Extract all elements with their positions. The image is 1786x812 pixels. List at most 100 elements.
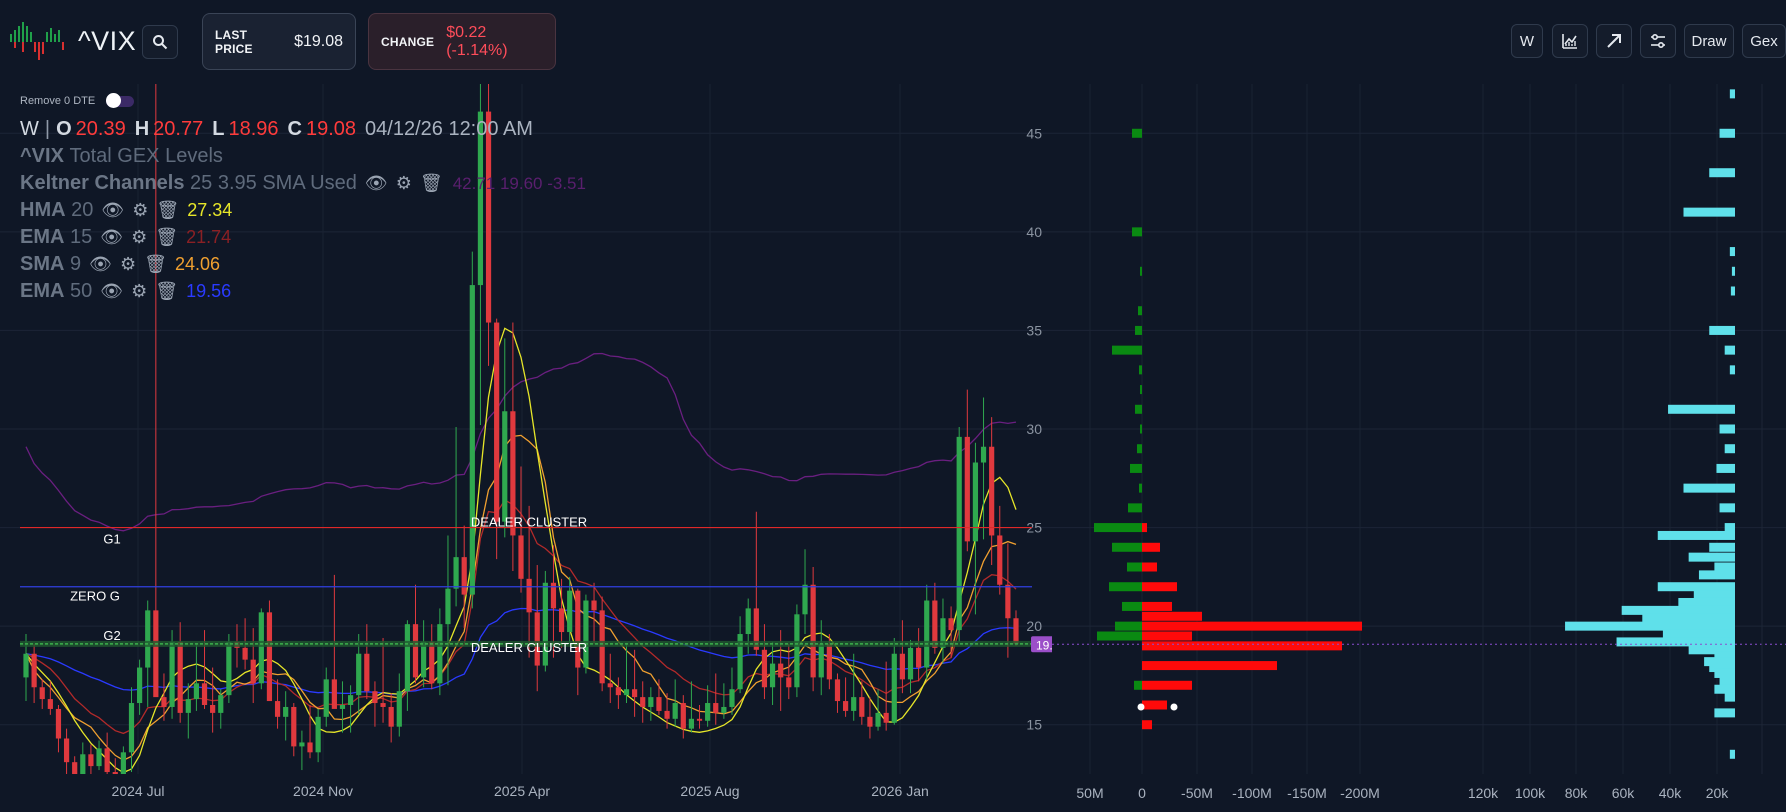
candle bbox=[412, 584, 419, 684]
volume-bar bbox=[1709, 325, 1735, 335]
volume-bar bbox=[1565, 621, 1735, 631]
candle-body bbox=[39, 687, 45, 700]
x-tick-label: 2025 Aug bbox=[680, 783, 739, 799]
candle bbox=[980, 397, 987, 540]
volume-bar bbox=[1724, 444, 1735, 454]
candle bbox=[883, 661, 889, 731]
gex-bar-positive bbox=[1097, 631, 1142, 641]
candle-body bbox=[429, 641, 435, 684]
x-tick-label: -100M bbox=[1232, 785, 1272, 801]
settings-button[interactable] bbox=[1640, 24, 1676, 58]
eye-icon[interactable]: 👁 bbox=[89, 254, 112, 275]
trend-button[interactable] bbox=[1596, 24, 1632, 58]
y-tick-label: 40 bbox=[1026, 224, 1042, 240]
volume-bar bbox=[1719, 503, 1735, 513]
x-tick-label: 100k bbox=[1515, 785, 1546, 801]
gear-icon[interactable]: ⚙ bbox=[396, 173, 412, 194]
volume-bar bbox=[1729, 89, 1735, 99]
candle bbox=[899, 620, 905, 694]
candle-body bbox=[445, 588, 451, 625]
indicator-row-ema15: EMA 15 👁 ⚙ 🗑 21.74 bbox=[20, 224, 586, 251]
y-tick-label: 35 bbox=[1026, 322, 1042, 338]
candle bbox=[875, 689, 881, 731]
trash-icon[interactable]: 🗑 bbox=[155, 281, 178, 302]
volume-bar bbox=[1678, 597, 1735, 607]
search-icon bbox=[153, 35, 168, 50]
indicator-row-hma: HMA 20 👁 ⚙ 🗑 27.34 bbox=[20, 197, 586, 224]
candle bbox=[250, 628, 256, 704]
volume-bar bbox=[1719, 128, 1735, 138]
candle-body bbox=[867, 716, 873, 727]
remove-0dte-toggle[interactable] bbox=[106, 93, 134, 108]
trash-icon[interactable]: 🗑 bbox=[155, 227, 178, 248]
indicators-button[interactable] bbox=[1552, 24, 1588, 58]
candle bbox=[274, 679, 281, 729]
gex-bar-positive bbox=[1127, 562, 1142, 572]
candle-body bbox=[396, 691, 402, 727]
indicator-value: 27.34 bbox=[187, 200, 233, 220]
gear-icon[interactable]: ⚙ bbox=[131, 281, 147, 302]
gear-icon[interactable]: ⚙ bbox=[132, 200, 148, 221]
candle-body bbox=[526, 578, 532, 613]
trash-icon[interactable]: 🗑 bbox=[144, 254, 167, 275]
eye-icon[interactable]: 👁 bbox=[100, 281, 123, 302]
gex-button[interactable]: Gex bbox=[1742, 24, 1786, 58]
candle bbox=[713, 673, 719, 725]
app-logo bbox=[8, 20, 70, 64]
eye-icon[interactable]: 👁 bbox=[101, 200, 124, 221]
indicator-params: 50 bbox=[70, 280, 93, 302]
x-tick-label: 40k bbox=[1659, 785, 1683, 801]
top-toolbar: ^VIX LAST PRICE $19.08 CHANGE $0.22 (-1.… bbox=[0, 0, 1786, 84]
candle-body bbox=[964, 436, 970, 542]
candle bbox=[502, 338, 508, 538]
change-value: $0.22 (-1.14%) bbox=[446, 23, 508, 59]
candle bbox=[672, 679, 678, 727]
indicator-row-gex: ^VIX Total GEX Levels bbox=[20, 143, 586, 170]
indicator-params: 20 bbox=[71, 199, 94, 221]
candle-body bbox=[834, 679, 841, 702]
trash-icon[interactable]: 🗑 bbox=[156, 200, 179, 221]
candle bbox=[177, 622, 183, 723]
gex-bar-negative bbox=[1142, 621, 1362, 631]
candle bbox=[461, 525, 467, 629]
eye-icon[interactable]: 👁 bbox=[365, 173, 388, 194]
candle-body bbox=[761, 649, 768, 688]
candle bbox=[940, 598, 946, 664]
indicator-params: 25 3.95 SMA Used bbox=[190, 172, 357, 194]
candle-body bbox=[591, 600, 597, 611]
trash-icon[interactable]: 🗑 bbox=[420, 173, 443, 194]
candle bbox=[31, 643, 37, 704]
gex-bar-negative bbox=[1142, 611, 1202, 621]
candle-body bbox=[778, 663, 784, 678]
interval-button[interactable]: W bbox=[1511, 24, 1543, 58]
sliders-icon bbox=[1651, 33, 1665, 49]
price-tag-label: 19.08 bbox=[1036, 638, 1052, 652]
candle bbox=[372, 681, 378, 727]
gex-bar-positive bbox=[1132, 227, 1142, 237]
candle-body bbox=[883, 712, 889, 723]
indicator-params: 9 bbox=[70, 253, 82, 275]
gex-bar-negative bbox=[1142, 720, 1152, 730]
gex-bar-positive bbox=[1112, 542, 1142, 552]
candle bbox=[834, 673, 841, 713]
gear-icon[interactable]: ⚙ bbox=[131, 227, 147, 248]
draw-button[interactable]: Draw bbox=[1684, 24, 1734, 58]
candle bbox=[421, 620, 427, 688]
candle-body bbox=[356, 653, 362, 696]
candle-body bbox=[810, 584, 816, 678]
candle bbox=[429, 624, 435, 690]
candle-body bbox=[469, 285, 475, 595]
indicator-params: 15 bbox=[70, 226, 93, 248]
candle-body bbox=[283, 706, 289, 717]
candle-body bbox=[769, 663, 776, 688]
eye-icon[interactable]: 👁 bbox=[100, 227, 123, 248]
volume-profile-panel: 120k 100k 80k 60k 40k 20k bbox=[1430, 84, 1786, 801]
gex-bar-negative bbox=[1142, 582, 1177, 592]
volume-bar bbox=[1642, 613, 1735, 623]
gear-icon[interactable]: ⚙ bbox=[120, 254, 136, 275]
candle-body bbox=[161, 697, 167, 707]
search-button[interactable] bbox=[142, 25, 178, 59]
change-box: CHANGE $0.22 (-1.14%) bbox=[368, 13, 556, 70]
candle bbox=[818, 620, 824, 696]
candle-body bbox=[55, 708, 62, 739]
